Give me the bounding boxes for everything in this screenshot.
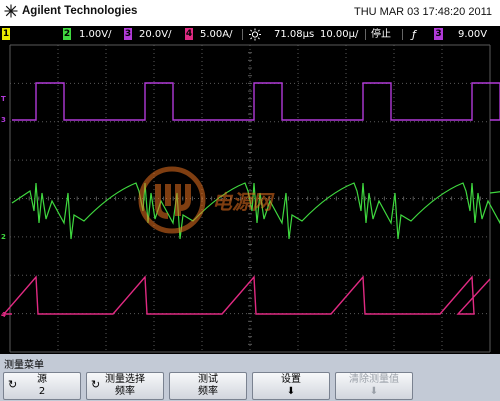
- softkey-menu: 测量菜单 ↻ 源 2 ↻ 测量选择 频率 测试 频率 设置 ⬇ 清除测量值 ⬇: [0, 354, 500, 401]
- oscilloscope-screen: { "header": { "brand": "Agilent Technolo…: [0, 0, 500, 401]
- channel-3-trace: [12, 82, 500, 121]
- entry-knob-icon: ↻: [91, 378, 101, 391]
- softkey-label: 设置: [281, 374, 301, 385]
- brand: Agilent Technologies: [4, 4, 137, 18]
- trigger-source-indicator[interactable]: 3: [434, 28, 443, 40]
- entry-knob-icon: ↻: [8, 378, 18, 391]
- down-arrow-icon: ⬇: [369, 386, 379, 397]
- measure-softkey[interactable]: 测试 频率: [169, 372, 247, 400]
- divider: [365, 29, 366, 40]
- time-offset[interactable]: 71.08µs: [274, 28, 314, 41]
- watermark-logo-icon: [138, 166, 206, 234]
- channel-2-ground-marker[interactable]: 2: [1, 233, 6, 241]
- softkey-label: 测试: [198, 374, 218, 385]
- channel-4-ground-marker[interactable]: 4: [1, 311, 6, 319]
- down-arrow-icon: ⬇: [286, 386, 296, 397]
- channel-3-ground-marker[interactable]: 3: [1, 116, 6, 124]
- channel-4-scale[interactable]: 5.00A/: [200, 28, 232, 41]
- softkey-value: 频率: [198, 386, 218, 397]
- date-time-readout: THU MAR 03 17:48:20 2011: [354, 6, 492, 18]
- run-state[interactable]: 停止: [371, 28, 391, 41]
- channel-4-trace: [2, 275, 491, 315]
- channel-1-indicator[interactable]: 1: [2, 28, 10, 40]
- brand-name: Agilent Technologies: [22, 5, 138, 17]
- softkey-label: 清除测量值: [349, 374, 399, 385]
- channel-2-scale[interactable]: 1.00V/: [79, 28, 111, 41]
- measurement-select-softkey[interactable]: ↻ 测量选择 频率: [86, 372, 164, 400]
- trigger-edge-icon: ƒ: [412, 28, 416, 41]
- agilent-spark-logo-icon: [4, 4, 18, 18]
- timebase-sun-icon: [249, 28, 261, 41]
- trigger-level[interactable]: 9.00V: [458, 28, 487, 41]
- channel-2-indicator[interactable]: 2: [63, 28, 71, 40]
- clear-measurements-softkey[interactable]: 清除测量值 ⬇: [335, 372, 413, 400]
- channel-3-indicator[interactable]: 3: [124, 28, 132, 40]
- divider: [242, 29, 243, 40]
- divider: [402, 29, 403, 40]
- time-scale[interactable]: 10.00µ/: [320, 28, 358, 41]
- channel-status-bar: 1 2 1.00V/ 3 20.0V/ 4 5.00A/ 71.08µs 10.…: [0, 26, 500, 43]
- watermark: 电源网: [138, 166, 272, 234]
- header-bar: Agilent Technologies THU MAR 03 17:48:20…: [0, 0, 500, 26]
- channel-4-indicator[interactable]: 4: [185, 28, 193, 40]
- trigger-level-marker[interactable]: T: [1, 95, 6, 103]
- settings-softkey[interactable]: 设置 ⬇: [252, 372, 330, 400]
- channel-3-scale[interactable]: 20.0V/: [139, 28, 171, 41]
- watermark-text: 电源网: [212, 189, 272, 214]
- source-softkey[interactable]: ↻ 源 2: [3, 372, 81, 400]
- menu-title: 测量菜单: [4, 360, 44, 371]
